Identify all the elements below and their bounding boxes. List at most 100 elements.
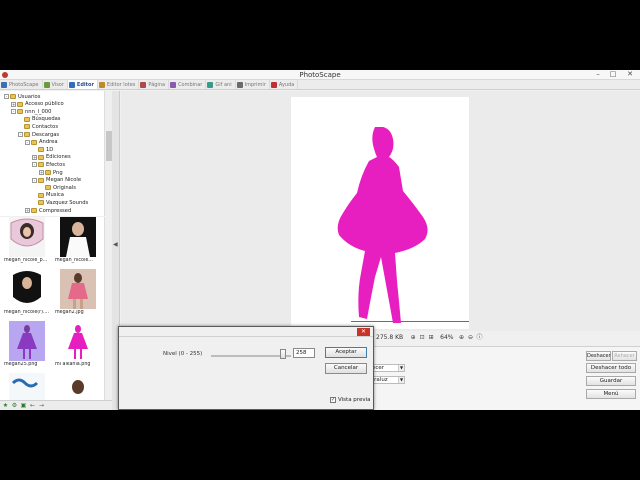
- tree-item[interactable]: Originals: [39, 184, 76, 191]
- close-button[interactable]: ✕: [624, 70, 636, 79]
- tab-p-gina[interactable]: Página: [139, 80, 170, 89]
- tree-item-label: Musica: [46, 192, 64, 199]
- thumbnail-item[interactable]: megan_nicole_p...: [4, 217, 54, 263]
- cancel-button[interactable]: Cancelar: [325, 363, 367, 374]
- menu-button[interactable]: Menú: [586, 389, 636, 399]
- tree-item-label: Megan Nicole: [46, 177, 82, 184]
- thumbnail-item[interactable]: megan25.png: [4, 321, 54, 367]
- maximize-button[interactable]: □: [607, 70, 619, 79]
- tab-photoscape[interactable]: PhotoScape: [0, 80, 43, 89]
- tree-item[interactable]: Musica: [32, 192, 64, 199]
- photoscape-window: PhotoScape – □ ✕ PhotoScape Visor Editor Ed…: [0, 70, 640, 410]
- folder-icon: [31, 139, 37, 145]
- tree-item-label: Vazquez Sounds: [46, 199, 89, 206]
- expand-icon[interactable]: +: [39, 170, 44, 175]
- tree-item-label: Usuarios: [18, 93, 41, 100]
- folder-icon: [31, 208, 37, 213]
- tab-visor[interactable]: Visor: [43, 80, 68, 89]
- filter-combo[interactable]: ecer ▼: [369, 364, 405, 372]
- collapse-icon[interactable]: -: [32, 177, 37, 183]
- accept-button[interactable]: Aceptar: [325, 347, 367, 358]
- tree-item-label: nnn_l_000: [25, 108, 52, 115]
- folder-icon: [38, 177, 44, 183]
- redo-button[interactable]: Rehacer: [612, 351, 637, 361]
- thumbnail-item[interactable]: megan_nicole(r)....: [4, 269, 54, 315]
- dialog-title-bar: [119, 327, 373, 337]
- folder-icon: [24, 116, 30, 122]
- star-icon[interactable]: ★: [2, 402, 9, 409]
- level-input[interactable]: 258: [293, 348, 315, 358]
- forward-arrow-icon[interactable]: →: [38, 402, 45, 409]
- tab-icon: [207, 81, 214, 88]
- collapse-icon[interactable]: -: [32, 162, 37, 168]
- tree-item[interactable]: - Usuarios: [4, 93, 40, 100]
- preview-label: Vista previa: [338, 397, 371, 403]
- tree-item-label: Acceso público: [25, 101, 64, 108]
- folder-tree-scrollbar[interactable]: [104, 91, 112, 216]
- tree-item[interactable]: Búsquedas: [18, 116, 61, 123]
- settings-icon[interactable]: ⚙: [11, 402, 18, 409]
- minimize-button[interactable]: –: [592, 70, 604, 79]
- backlight-combo[interactable]: traluz ▼: [369, 376, 405, 384]
- collapse-icon[interactable]: -: [11, 109, 16, 115]
- tree-item-label: Contactos: [32, 123, 59, 130]
- checkbox-check-icon[interactable]: ✓: [330, 397, 336, 403]
- thumbnail-label: megan_nicole_p...: [4, 258, 48, 263]
- collapse-arrow-icon[interactable]: ◀: [113, 241, 118, 248]
- tab-imprimir[interactable]: Imprimir: [236, 80, 270, 89]
- expand-icon[interactable]: +: [25, 208, 30, 213]
- save-button[interactable]: Guardar: [586, 376, 636, 386]
- tree-item[interactable]: 1D: [32, 146, 53, 153]
- thumbnail-item[interactable]: [4, 373, 54, 400]
- tree-item[interactable]: + Png: [39, 169, 63, 176]
- tree-item[interactable]: - Andrea: [25, 139, 58, 146]
- thumbnail-label: megan25.png: [4, 362, 38, 367]
- tab-editor[interactable]: Editor: [67, 80, 98, 89]
- level-slider-track[interactable]: [211, 355, 291, 357]
- folder-icon: [17, 101, 23, 107]
- tab-combinar[interactable]: Combinar: [169, 80, 207, 89]
- folder-icon: [38, 192, 44, 198]
- thumbnail-item[interactable]: megan2.jpg: [55, 269, 105, 315]
- tree-item[interactable]: + Acceso público: [11, 101, 64, 108]
- tab-editor-lotes[interactable]: Editor lotes: [98, 80, 140, 89]
- undo-button[interactable]: Deshacer: [586, 351, 611, 361]
- thumbnail-image: [60, 373, 96, 400]
- thumbnail-item[interactable]: megan_nicole...: [55, 217, 105, 263]
- dialog-close-button[interactable]: ✕: [357, 328, 370, 336]
- tree-item[interactable]: + Compressed: [25, 207, 71, 214]
- info-icon[interactable]: ⓘ: [475, 334, 483, 342]
- chevron-down-icon[interactable]: ▼: [398, 365, 404, 371]
- tree-item[interactable]: - Megan Nicole: [32, 177, 81, 184]
- thumbnail-item[interactable]: mi alkania.png: [55, 321, 105, 367]
- tree-item[interactable]: - nnn_l_000: [11, 108, 51, 115]
- preview-checkbox[interactable]: ✓ Vista previa: [330, 397, 370, 403]
- undo-all-button[interactable]: Deshacer todo: [586, 363, 636, 373]
- zoom-fit-icon[interactable]: ⊡: [418, 334, 426, 342]
- collapse-icon[interactable]: -: [4, 94, 9, 99]
- tree-item[interactable]: - Descargas: [18, 131, 59, 138]
- tree-item[interactable]: Vazquez Sounds: [32, 199, 88, 206]
- zoom-actual-icon[interactable]: ⊞: [427, 334, 435, 342]
- tree-item[interactable]: + Ediciones: [32, 154, 71, 161]
- tree-item[interactable]: Contactos: [18, 123, 58, 130]
- thumbnail-item[interactable]: [55, 373, 105, 400]
- expand-icon[interactable]: +: [11, 101, 16, 107]
- tab-gif-ani[interactable]: Gif ani: [206, 80, 236, 89]
- image-canvas[interactable]: [121, 91, 640, 331]
- tab-ayuda[interactable]: Ayuda: [270, 80, 299, 89]
- collapse-icon[interactable]: -: [18, 132, 23, 137]
- thumbnail-scrollbar[interactable]: [104, 217, 112, 400]
- tree-item[interactable]: - Efectos: [32, 161, 65, 168]
- level-slider-handle[interactable]: [280, 349, 286, 359]
- level-dialog: ✕ Nivel (0 - 255) 258 Aceptar Cancelar ✓…: [118, 326, 374, 410]
- back-arrow-icon[interactable]: ←: [29, 402, 36, 409]
- collapse-icon[interactable]: -: [25, 139, 30, 145]
- chevron-down-icon[interactable]: ▼: [398, 377, 404, 383]
- zoom-out-icon[interactable]: ⊖: [466, 334, 474, 342]
- zoom-in-button-icon[interactable]: ⊕: [457, 334, 465, 342]
- tab-label: Visor: [51, 81, 64, 88]
- expand-icon[interactable]: +: [32, 154, 37, 160]
- folder-icon[interactable]: ▣: [20, 402, 27, 409]
- zoom-in-icon[interactable]: ⊕: [409, 334, 417, 342]
